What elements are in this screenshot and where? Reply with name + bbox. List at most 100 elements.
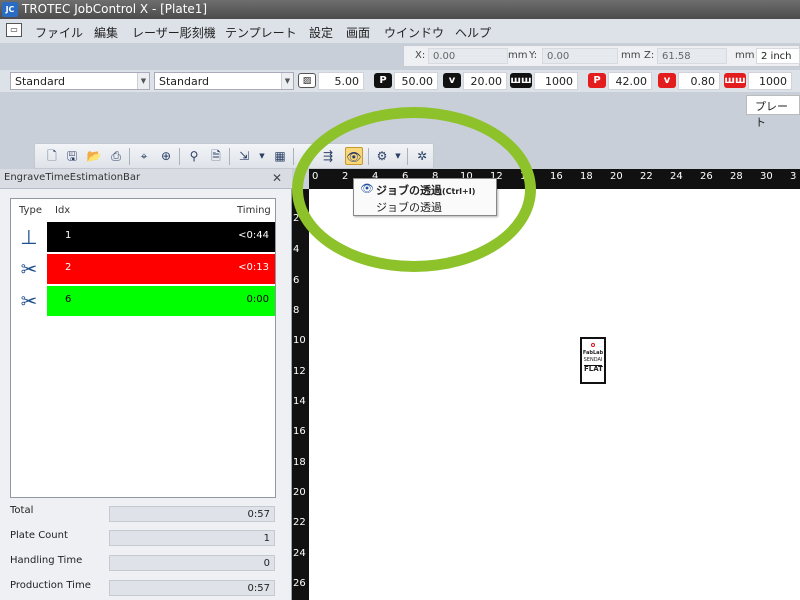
ruler-tick-label: 3: [790, 171, 797, 182]
highlight-circle: [292, 107, 536, 272]
chevron-down-icon[interactable]: ▼: [257, 147, 267, 165]
ruler-tick-label: 12: [293, 366, 306, 377]
close-icon[interactable]: ✕: [272, 171, 282, 185]
z-field[interactable]: 61.58: [657, 48, 727, 64]
title-bar: JC TROTEC JobControl X - [Plate1]: [0, 0, 800, 19]
column-header-idx: Idx: [55, 205, 71, 216]
ruler-tick-label: 24: [670, 171, 683, 182]
panel-title: EngraveTimeEstimationBar: [4, 172, 141, 183]
delete-icon[interactable]: ▦: [271, 147, 289, 165]
row-color-band: [47, 286, 275, 316]
lens-select[interactable]: 2 inch: [756, 48, 800, 64]
material-select[interactable]: Standard ▼: [10, 72, 150, 90]
power-engrave-icon: P: [374, 73, 392, 88]
frequency-engrave-icon: ꟺꟺ: [510, 73, 532, 88]
summary-value-production-time: 0:57: [109, 580, 275, 596]
y-label: Y:: [529, 50, 538, 61]
ruler-tick-label: 16: [550, 171, 563, 182]
y-field[interactable]: 0.00: [542, 48, 618, 64]
menu-window[interactable]: ウインドウ: [384, 24, 444, 41]
menu-template[interactable]: テンプレート: [225, 24, 297, 41]
engrave-icon: ⊥: [11, 221, 47, 253]
ruler-tick-label: 16: [293, 426, 306, 437]
new-file-icon[interactable]: 🗋: [43, 147, 61, 165]
open-folder-icon[interactable]: 📂: [85, 147, 103, 165]
frequency-engrave-field[interactable]: 1000: [534, 72, 578, 90]
ruler-tick-label: 30: [760, 171, 773, 182]
summary-label-handling-time: Handling Time: [10, 555, 83, 566]
app-logo: JC: [2, 2, 18, 17]
vertical-ruler: 2 4 6 8 10 12 14 16 18 20 22 24 26: [292, 189, 309, 600]
menu-bar: ▭ ファイル 編集 レーザー彫刻機 テンプレート 設定 画面 ウインドウ ヘルプ: [0, 19, 800, 43]
summary-value-plate-count: 1: [109, 530, 275, 546]
menu-laser[interactable]: レーザー彫刻機: [132, 24, 216, 41]
x-label: X:: [415, 50, 426, 61]
summary-label-plate-count: Plate Count: [10, 530, 68, 541]
menu-help[interactable]: ヘルプ: [455, 24, 491, 41]
cut-icon: ✂: [11, 285, 47, 317]
plate-button[interactable]: プレート: [746, 95, 800, 129]
summary-value-handling-time: 0: [109, 555, 275, 571]
speed-engrave-field[interactable]: 20.00: [463, 72, 507, 90]
ruler-tick-label: 4: [293, 244, 300, 255]
document-preview-icon[interactable]: 🗎: [207, 147, 225, 165]
row-timing: <0:44: [238, 230, 269, 241]
ruler-tick-label: 8: [293, 305, 300, 316]
ruler-tick-label: 24: [293, 548, 306, 559]
position-job-icon[interactable]: ⊕: [157, 147, 175, 165]
row-timing: <0:13: [238, 262, 269, 273]
hole-icon: [591, 343, 595, 347]
x-field[interactable]: 0.00: [428, 48, 508, 64]
panel-header: EngraveTimeEstimationBar ✕: [0, 169, 292, 189]
cut-icon: ✂: [11, 253, 47, 285]
row-idx: 1: [65, 230, 72, 241]
ruler-tick-label: 26: [293, 578, 306, 589]
ruler-tick-label: 6: [293, 275, 300, 286]
summary-label-total: Total: [10, 505, 34, 516]
save-icon[interactable]: 🖫: [63, 147, 81, 165]
coordinate-bar: X: 0.00 mm Y: 0.00 mm Z: 61.58 mm 2 inch: [403, 45, 800, 67]
estimation-table: Type Idx Timing ⊥ 1 <0:44 ✂ 2 <0:13 ✂ 6 …: [10, 198, 276, 498]
menu-view[interactable]: 画面: [346, 24, 370, 41]
job-line-3: FLAT: [584, 365, 603, 373]
menu-settings[interactable]: 設定: [309, 24, 333, 41]
thickness-field[interactable]: 5.00: [318, 72, 364, 90]
ruler-tick-label: 28: [730, 171, 743, 182]
chevron-down-icon: ▼: [281, 73, 293, 89]
template-value: Standard: [159, 75, 210, 88]
row-timing: 0:00: [246, 294, 269, 305]
process-options-bar: Standard ▼ Standard ▼ ▨ 5.00 P 50.00 v 2…: [0, 70, 800, 92]
speed-cut-field[interactable]: 0.80: [678, 72, 720, 90]
ruler-tick-label: 20: [610, 171, 623, 182]
job-properties-icon[interactable]: ⚲: [185, 147, 203, 165]
power-cut-field[interactable]: 42.00: [608, 72, 652, 90]
chevron-down-icon: ▼: [137, 73, 149, 89]
ruler-tick-label: 10: [293, 335, 306, 346]
table-row[interactable]: ⊥ 1 <0:44: [11, 221, 275, 253]
column-header-timing: Timing: [237, 205, 271, 216]
frequency-cut-icon: ꟺꟺ: [724, 73, 746, 88]
print-icon[interactable]: ⎙: [107, 147, 125, 165]
job-line-2: SENDAI: [583, 357, 603, 363]
column-header-type: Type: [19, 205, 42, 216]
power-engrave-field[interactable]: 50.00: [394, 72, 438, 90]
row-idx: 6: [65, 294, 72, 305]
system-menu-icon[interactable]: ▭: [6, 23, 22, 37]
table-row[interactable]: ✂ 6 0:00: [11, 285, 275, 317]
z-unit: mm: [735, 50, 755, 61]
frequency-cut-field[interactable]: 1000: [748, 72, 792, 90]
job-item[interactable]: FabLab SENDAI FLAT: [580, 337, 606, 384]
template-select[interactable]: Standard ▼: [154, 72, 294, 90]
add-job-icon[interactable]: ⇲: [235, 147, 253, 165]
summary-value-total: 0:57: [109, 506, 275, 522]
menu-edit[interactable]: 編集: [94, 24, 118, 41]
menu-file[interactable]: ファイル: [35, 24, 83, 41]
crosshair-icon[interactable]: ⌖: [135, 147, 153, 165]
z-label: Z:: [644, 50, 655, 61]
table-row[interactable]: ✂ 2 <0:13: [11, 253, 275, 285]
window-title: TROTEC JobControl X - [Plate1]: [22, 2, 208, 16]
ruler-tick-label: 18: [293, 457, 306, 468]
ruler-tick-label: 22: [293, 517, 306, 528]
ruler-tick-label: 26: [700, 171, 713, 182]
row-idx: 2: [65, 262, 72, 273]
